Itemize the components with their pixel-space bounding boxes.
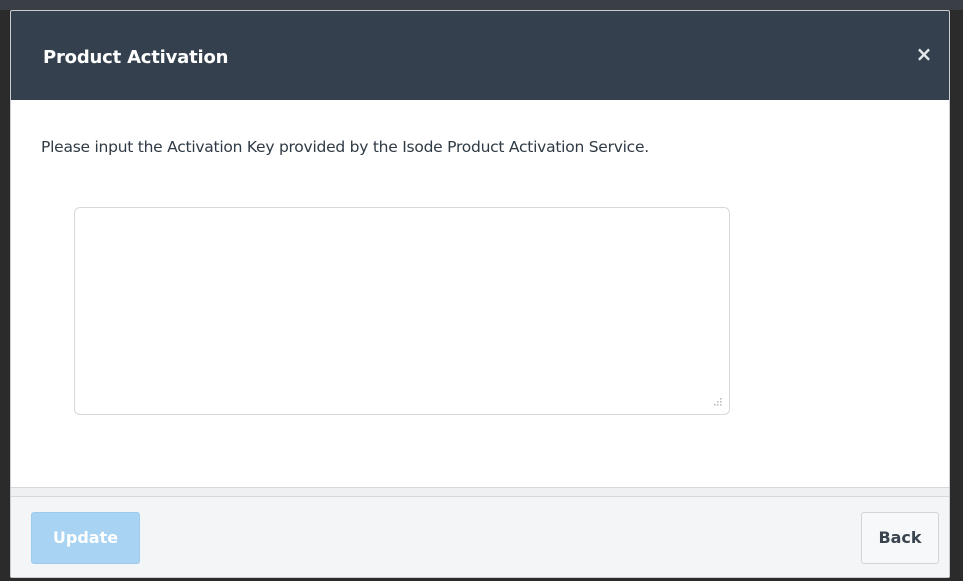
close-icon[interactable]: × (913, 43, 935, 65)
dialog-title: Product Activation (43, 47, 229, 68)
product-activation-dialog: Product Activation × Please input the Ac… (10, 10, 950, 578)
update-button[interactable]: Update (31, 512, 140, 564)
back-button[interactable]: Back (861, 512, 939, 564)
dialog-header: Product Activation × (11, 11, 949, 100)
dialog-footer: Update Back (11, 497, 949, 577)
footer-divider (11, 487, 949, 497)
background-page (0, 0, 963, 10)
activation-key-input[interactable] (74, 207, 730, 415)
dialog-body: Please input the Activation Key provided… (11, 100, 949, 487)
instruction-text: Please input the Activation Key provided… (41, 138, 649, 156)
resize-grip-icon[interactable] (711, 395, 723, 407)
